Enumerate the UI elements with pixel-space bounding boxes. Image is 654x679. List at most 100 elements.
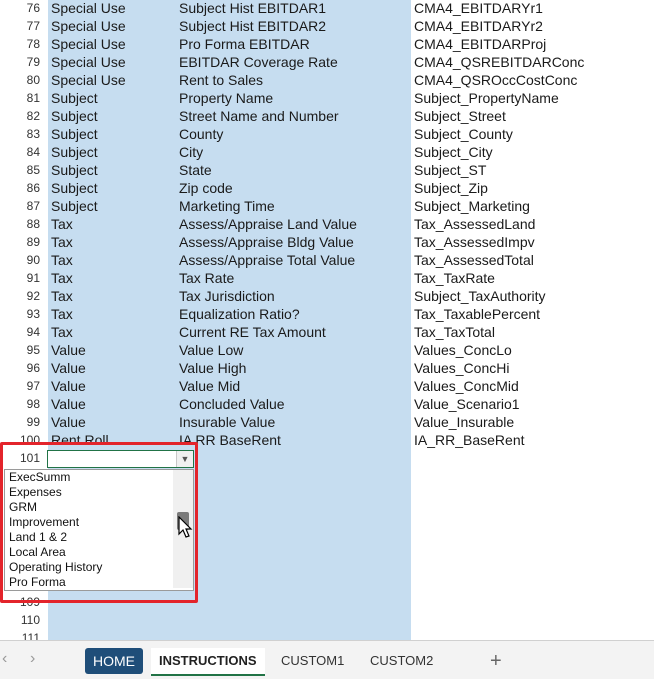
row-number: 87	[26, 199, 40, 213]
field-name-cell[interactable]: Tax_TaxRate	[414, 269, 495, 287]
field-name-cell[interactable]: Subject_Marketing	[414, 197, 530, 215]
description-cell[interactable]: Subject Hist EBITDAR2	[179, 17, 326, 35]
category-cell[interactable]: Tax	[51, 233, 73, 251]
description-cell[interactable]: Zip code	[179, 179, 233, 197]
category-cell[interactable]: Tax	[51, 269, 73, 287]
category-cell[interactable]: Value	[51, 359, 86, 377]
description-cell[interactable]: Rent to Sales	[179, 71, 263, 89]
category-cell[interactable]: Value	[51, 413, 86, 431]
field-name-cell[interactable]: Values_ConcLo	[414, 341, 512, 359]
description-cell[interactable]: City	[179, 143, 203, 161]
field-name-cell[interactable]: IA_RR_BaseRent	[414, 431, 525, 449]
row-number: 78	[26, 37, 40, 51]
category-cell[interactable]: Value	[51, 395, 86, 413]
tab-home[interactable]: HOME	[85, 648, 143, 674]
description-cell[interactable]: County	[179, 125, 223, 143]
field-name-cell[interactable]: Subject_Street	[414, 107, 506, 125]
category-cell[interactable]: Special Use	[51, 71, 126, 89]
description-cell[interactable]: State	[179, 161, 212, 179]
description-cell[interactable]: Assess/Appraise Bldg Value	[179, 233, 354, 251]
category-cell[interactable]: Tax	[51, 287, 73, 305]
field-name-cell[interactable]: Subject_City	[414, 143, 493, 161]
description-cell[interactable]: Insurable Value	[179, 413, 275, 431]
description-cell[interactable]: Value Mid	[179, 377, 240, 395]
table-row: 81 Subject Property Name Subject_PropertyNa…	[0, 89, 654, 107]
field-name-cell[interactable]: CMA4_EBITDARYr2	[414, 17, 543, 35]
prev-sheet-icon[interactable]: ‹	[2, 650, 7, 668]
field-name-cell[interactable]: CMA4_EBITDARYr1	[414, 0, 543, 17]
category-cell[interactable]: Value	[51, 377, 86, 395]
field-name-cell[interactable]: Subject_County	[414, 125, 513, 143]
field-name-cell[interactable]: CMA4_EBITDARProj	[414, 35, 546, 53]
row-number: 99	[26, 415, 40, 429]
description-cell[interactable]: Street Name and Number	[179, 107, 339, 125]
category-cell[interactable]: Special Use	[51, 0, 126, 17]
field-name-cell[interactable]: Values_ConcMid	[414, 377, 519, 395]
highlight-box	[0, 442, 198, 603]
description-cell[interactable]: Assess/Appraise Total Value	[179, 251, 355, 269]
category-cell[interactable]: Special Use	[51, 35, 126, 53]
field-name-cell[interactable]: Tax_TaxablePercent	[414, 305, 540, 323]
field-name-cell[interactable]: Value_Insurable	[414, 413, 514, 431]
field-name-cell[interactable]: Subject_TaxAuthority	[414, 287, 546, 305]
description-cell[interactable]: Current RE Tax Amount	[179, 323, 326, 341]
description-cell[interactable]: EBITDAR Coverage Rate	[179, 53, 338, 71]
table-row: 88 Tax Assess/Appraise Land Value Tax_Asses…	[0, 215, 654, 233]
table-row: 89 Tax Assess/Appraise Bldg Value Tax_Asses…	[0, 233, 654, 251]
category-cell[interactable]: Tax	[51, 251, 73, 269]
row-number: 94	[26, 325, 40, 339]
row-number: 96	[26, 361, 40, 375]
category-cell[interactable]: Special Use	[51, 53, 126, 71]
field-name-cell[interactable]: Subject_Zip	[414, 179, 488, 197]
description-cell[interactable]: Tax Rate	[179, 269, 234, 287]
tab-custom1[interactable]: CUSTOM1	[273, 648, 352, 674]
table-row: 80 Special Use Rent to Sales CMA4_QSROccCos…	[0, 71, 654, 89]
category-cell[interactable]: Subject	[51, 107, 98, 125]
field-name-cell[interactable]: Values_ConcHi	[414, 359, 509, 377]
category-cell[interactable]: Subject	[51, 161, 98, 179]
table-row: 76 Special Use Subject Hist EBITDAR1 CMA4_E…	[0, 0, 654, 17]
table-row: 85 Subject State Subject_ST	[0, 161, 654, 179]
field-name-cell[interactable]: Tax_AssessedTotal	[414, 251, 534, 269]
row-number: 95	[26, 343, 40, 357]
category-cell[interactable]: Tax	[51, 323, 73, 341]
category-cell[interactable]: Special Use	[51, 17, 126, 35]
category-cell[interactable]: Subject	[51, 197, 98, 215]
table-row: 111	[0, 629, 654, 640]
field-name-cell[interactable]: CMA4_QSREBITDARConc	[414, 53, 584, 71]
field-name-cell[interactable]: Value_Scenario1	[414, 395, 520, 413]
tab-instructions[interactable]: INSTRUCTIONS	[151, 648, 265, 676]
category-cell[interactable]: Tax	[51, 305, 73, 323]
category-cell[interactable]: Subject	[51, 125, 98, 143]
description-cell[interactable]: Assess/Appraise Land Value	[179, 215, 357, 233]
description-cell[interactable]: Property Name	[179, 89, 273, 107]
category-cell[interactable]: Subject	[51, 89, 98, 107]
category-cell[interactable]: Subject	[51, 179, 98, 197]
description-cell[interactable]: Tax Jurisdiction	[179, 287, 275, 305]
table-row: 97 Value Value Mid Values_ConcMid	[0, 377, 654, 395]
row-number: 89	[26, 235, 40, 249]
description-cell[interactable]: Subject Hist EBITDAR1	[179, 0, 326, 17]
tab-custom2[interactable]: CUSTOM2	[362, 648, 441, 674]
field-name-cell[interactable]: Subject_PropertyName	[414, 89, 559, 107]
table-row: 83 Subject County Subject_County	[0, 125, 654, 143]
category-cell[interactable]: Tax	[51, 215, 73, 233]
row-number: 110	[20, 613, 40, 627]
table-row: 92 Tax Tax Jurisdiction Subject_TaxAuthorit…	[0, 287, 654, 305]
field-name-cell[interactable]: Tax_AssessedImpv	[414, 233, 535, 251]
field-name-cell[interactable]: Subject_ST	[414, 161, 486, 179]
next-sheet-icon[interactable]: ›	[30, 650, 35, 668]
description-cell[interactable]: Equalization Ratio?	[179, 305, 300, 323]
description-cell[interactable]: Pro Forma EBITDAR	[179, 35, 310, 53]
field-name-cell[interactable]: CMA4_QSROccCostConc	[414, 71, 577, 89]
description-cell[interactable]: Value Low	[179, 341, 243, 359]
description-cell[interactable]: Value High	[179, 359, 246, 377]
description-cell[interactable]: Marketing Time	[179, 197, 275, 215]
add-sheet-button[interactable]: +	[482, 648, 510, 674]
description-cell[interactable]: Concluded Value	[179, 395, 285, 413]
category-cell[interactable]: Subject	[51, 143, 98, 161]
field-name-cell[interactable]: Tax_AssessedLand	[414, 215, 535, 233]
table-row: 77 Special Use Subject Hist EBITDAR2 CMA4_E…	[0, 17, 654, 35]
category-cell[interactable]: Value	[51, 341, 86, 359]
field-name-cell[interactable]: Tax_TaxTotal	[414, 323, 495, 341]
